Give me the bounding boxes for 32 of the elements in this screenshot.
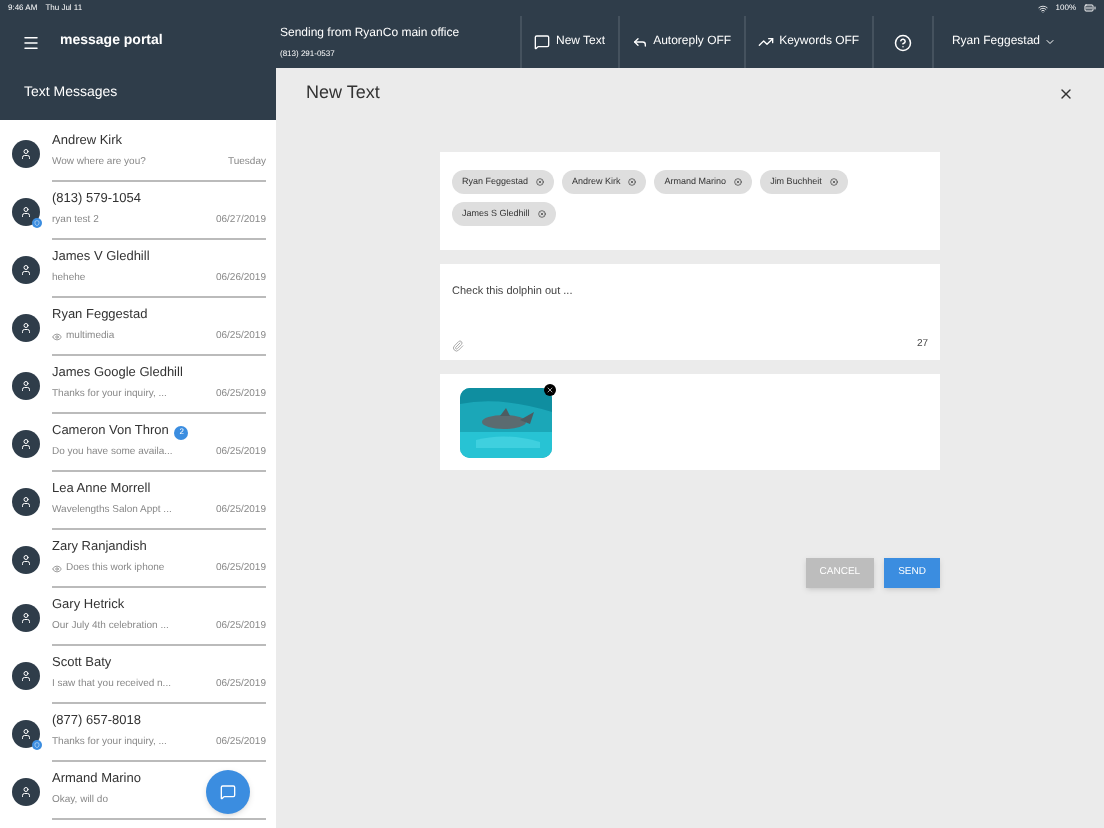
- person-icon: [20, 785, 32, 797]
- help-icon: [893, 33, 912, 51]
- reply-icon: [631, 34, 648, 50]
- person-icon: [20, 669, 32, 681]
- chevron-down-icon: [1044, 36, 1056, 48]
- dialog-title: New Text: [306, 80, 382, 107]
- wifi-icon: [1037, 3, 1048, 13]
- remove-icon[interactable]: [537, 210, 546, 218]
- person-icon: [20, 263, 32, 275]
- chat-icon: [534, 34, 550, 50]
- remove-icon[interactable]: [829, 178, 838, 186]
- trend-icon: [757, 34, 774, 50]
- menu-icon: [21, 33, 39, 51]
- paperclip-icon[interactable]: [452, 340, 464, 352]
- person-icon: [20, 495, 32, 507]
- person-icon: [20, 553, 32, 565]
- person-icon: [20, 437, 32, 449]
- person-icon: [20, 205, 32, 217]
- person-icon: [20, 379, 32, 391]
- person-icon: [20, 321, 32, 333]
- remove-icon[interactable]: [536, 178, 545, 186]
- battery-icon: [1084, 2, 1096, 14]
- remove-icon[interactable]: [628, 178, 637, 186]
- person-icon: [20, 611, 32, 623]
- close-button[interactable]: [1058, 86, 1074, 102]
- remove-attachment-button[interactable]: [544, 383, 556, 395]
- person-icon: [20, 727, 32, 739]
- close-icon: [1058, 86, 1074, 102]
- person-icon: [20, 147, 32, 159]
- help-button[interactable]: [871, 16, 934, 68]
- chat-icon: [220, 784, 236, 800]
- remove-icon[interactable]: [734, 178, 743, 186]
